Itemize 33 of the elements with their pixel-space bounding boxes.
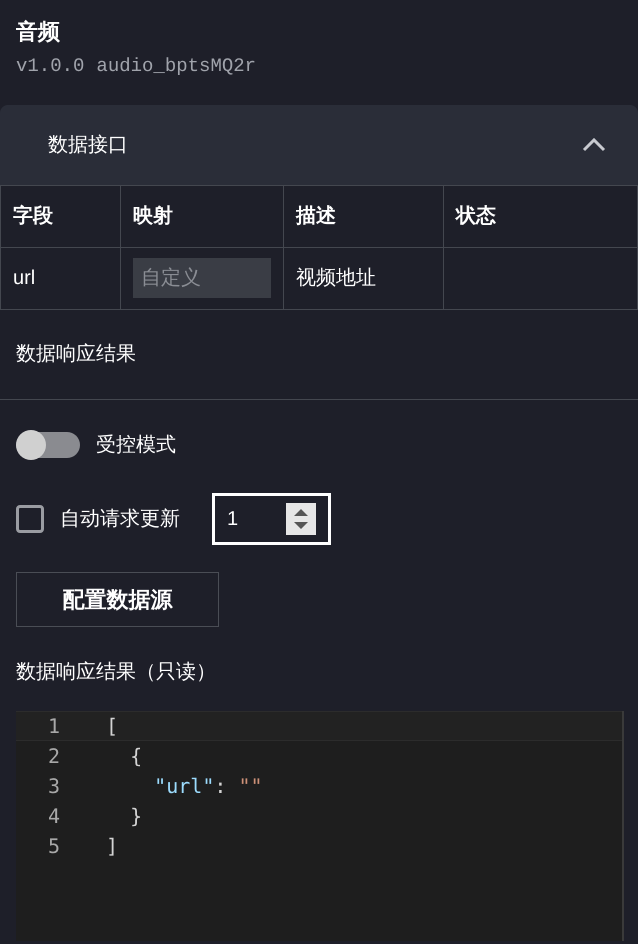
line-number: 2: [46, 742, 60, 770]
line-number: 1: [46, 712, 60, 740]
number-input[interactable]: 1: [212, 492, 331, 544]
component-title: 音频: [16, 18, 61, 46]
code-line: ]: [106, 832, 118, 860]
toggle-label: 受控模式: [96, 432, 176, 458]
column-header: 状态: [444, 185, 638, 247]
component-id: audio_bptsMQ2r: [96, 54, 256, 79]
line-number: 5: [46, 832, 60, 860]
line-number: 3: [46, 772, 60, 800]
spinner-arrows-icon[interactable]: [286, 502, 316, 534]
checkbox-label: 自动请求更新: [60, 506, 180, 532]
code-line: [: [106, 712, 118, 740]
column-header: 映射: [120, 185, 284, 247]
mapping-input[interactable]: 自定义: [133, 258, 271, 298]
version-label: v1.0.0: [16, 54, 84, 79]
line-number: 4: [46, 802, 60, 830]
configure-data-source-button[interactable]: 配置数据源: [16, 572, 219, 626]
code-line: }: [129, 802, 142, 830]
panel-title: 数据接口: [48, 132, 128, 158]
section-title: 数据响应结果: [16, 342, 136, 367]
checkbox[interactable]: [16, 504, 44, 532]
column-header: 字段: [0, 185, 120, 247]
table-cell: url: [0, 247, 120, 309]
table-cell: 视频地址: [284, 247, 444, 309]
chevron-up-icon[interactable]: [582, 138, 606, 152]
collapse-panel-header[interactable]: 数据接口: [0, 104, 638, 184]
code-editor[interactable]: 1 [ 2 { 3 "url": "" 4 } 5 ]: [16, 710, 624, 940]
code-line: {: [129, 742, 142, 770]
column-header: 描述: [284, 185, 444, 247]
toggle-switch[interactable]: [16, 432, 80, 458]
result-title: 数据响应结果（只读）: [16, 660, 216, 682]
code-line: "url": "": [153, 772, 263, 800]
